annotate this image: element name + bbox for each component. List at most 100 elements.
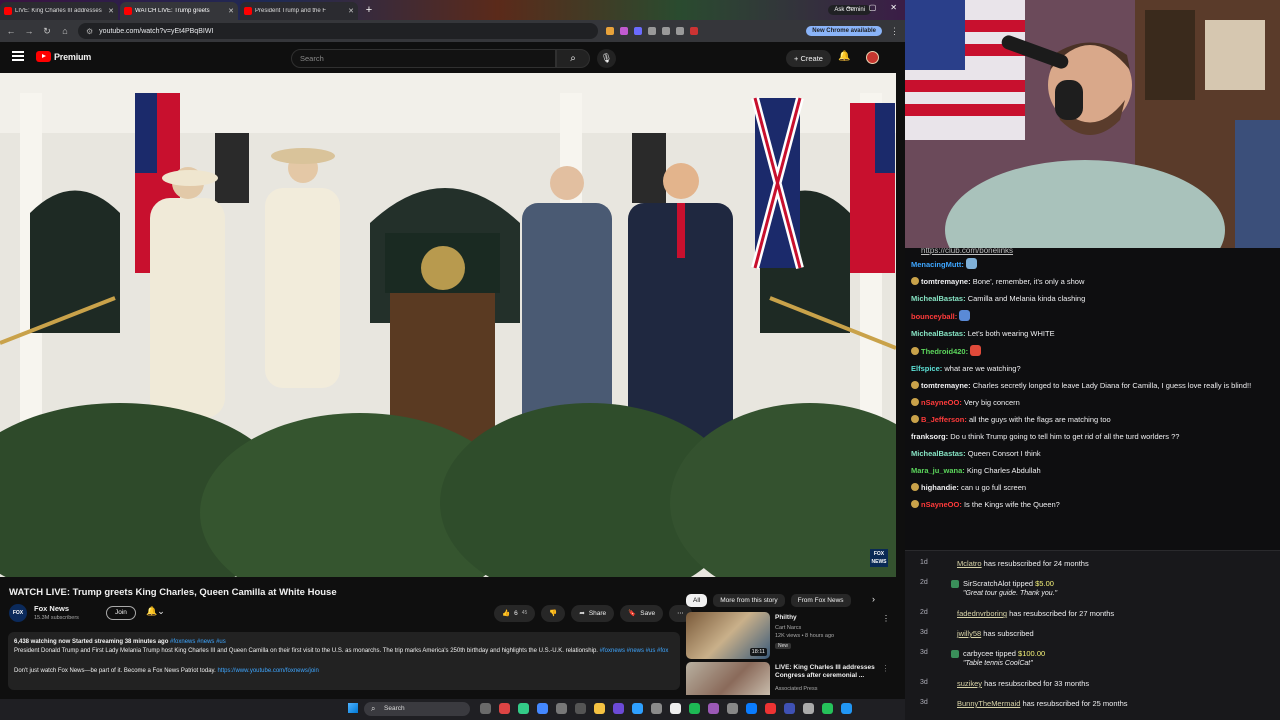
subscription-bell-icon[interactable]: 🔔⌄ [146, 606, 165, 617]
event-username[interactable]: SirScratchAlot [963, 579, 1011, 588]
task-view-icon[interactable] [480, 703, 491, 714]
forward-icon[interactable]: → [24, 26, 34, 36]
chat-username[interactable]: bounceyball: [911, 312, 957, 321]
avatar[interactable] [866, 51, 879, 64]
extension-icon[interactable] [620, 27, 628, 35]
chat-username[interactable]: MichealBastas: [911, 329, 966, 338]
video-thumbnail[interactable]: 18:11 [686, 612, 770, 659]
app-icon[interactable] [556, 703, 567, 714]
browser-tab[interactable]: LIVE: King Charles III addresses ✕ [0, 2, 118, 20]
event-username[interactable]: BunnyTheMermaid [957, 699, 1020, 708]
chat-username[interactable]: MichealBastas: [911, 294, 966, 303]
extension-icon[interactable] [606, 27, 614, 35]
app-icon[interactable] [746, 703, 757, 714]
description-meta-tags[interactable]: #foxnews #news #us [170, 639, 226, 645]
recommendation-item[interactable]: LIVE: King Charles III addresses Congres… [686, 662, 886, 695]
event-username[interactable]: suzikey [957, 679, 982, 688]
recommendation-channel[interactable]: Associated Press [775, 686, 818, 692]
close-tab-icon[interactable]: ✕ [108, 7, 114, 15]
browser-tab-active[interactable]: WATCH LIVE: Trump greets ✕ [120, 2, 238, 20]
extension-icon[interactable] [634, 27, 642, 35]
app-icon[interactable] [784, 703, 795, 714]
app-icon[interactable] [822, 703, 833, 714]
app-icon[interactable] [841, 703, 852, 714]
app-icon[interactable] [727, 703, 738, 714]
extension-icon[interactable] [648, 27, 656, 35]
chat-username[interactable]: Elfspice: [911, 364, 942, 373]
chat-username[interactable]: nSayneOO: [921, 500, 962, 509]
home-icon[interactable]: ⌂ [60, 26, 70, 36]
browser-menu-icon[interactable]: ⋮ [890, 26, 899, 37]
close-tab-icon[interactable]: ✕ [228, 7, 234, 15]
chat-username[interactable]: B_Jefferson: [921, 415, 967, 424]
chat-username[interactable]: nSayneOO: [921, 398, 962, 407]
create-button[interactable]: + Create [786, 50, 831, 67]
profile-icon[interactable] [690, 27, 698, 35]
chevron-right-icon[interactable]: › [872, 594, 875, 604]
browser-tab[interactable]: President Trump and the F ✕ [240, 2, 358, 20]
url-bar[interactable]: ⚙ youtube.com/watch?v=yEt4PBqBIWI [78, 23, 598, 39]
close-window-icon[interactable]: ✕ [890, 3, 897, 12]
recommendation-title[interactable]: LIVE: King Charles III addresses Congres… [775, 664, 875, 680]
site-info-icon[interactable]: ⚙ [86, 27, 93, 36]
video-thumbnail[interactable] [686, 662, 770, 695]
file-explorer-icon[interactable] [594, 703, 605, 714]
search-icon[interactable]: ⌕ [556, 49, 590, 68]
new-chrome-available-button[interactable]: New Chrome available [806, 26, 882, 36]
event-username[interactable]: carbycee [963, 649, 993, 658]
channel-avatar[interactable]: FOX [9, 604, 27, 622]
extension-icon[interactable] [662, 27, 670, 35]
maximize-icon[interactable]: ▢ [869, 3, 877, 12]
search-input[interactable]: Search [291, 49, 556, 68]
chip-all[interactable]: All [686, 594, 708, 607]
chat-link[interactable]: https://club.com/bonelinks [911, 248, 1274, 255]
event-username[interactable]: Mclatro [957, 559, 982, 568]
join-button[interactable]: Join [106, 606, 136, 620]
browser-icon[interactable] [537, 703, 548, 714]
event-username[interactable]: jwilly58 [957, 629, 981, 638]
app-icon[interactable] [651, 703, 662, 714]
app-icon[interactable] [632, 703, 643, 714]
channel-name[interactable]: Fox News [34, 604, 69, 613]
app-icon[interactable] [499, 703, 510, 714]
app-icon[interactable] [518, 703, 529, 714]
app-icon[interactable] [803, 703, 814, 714]
notifications-bell-icon[interactable]: 🔔 [838, 51, 850, 62]
taskbar-search[interactable]: Search [364, 702, 470, 716]
new-tab-icon[interactable]: + [362, 3, 376, 17]
more-icon[interactable]: ⋮ [882, 664, 886, 673]
chat-username[interactable]: tomtremayne: [921, 277, 971, 286]
chat-username[interactable]: tomtremayne: [921, 381, 971, 390]
app-icon[interactable] [670, 703, 681, 714]
app-icon[interactable] [765, 703, 776, 714]
recommendation-title[interactable]: Philthy [775, 614, 875, 622]
extension-icon[interactable] [676, 27, 684, 35]
start-icon[interactable] [348, 703, 358, 713]
description-tags[interactable]: #foxnews #news #us #fox [600, 648, 669, 654]
video-player[interactable]: FOX NEWS [0, 73, 896, 577]
chat-username[interactable]: franksorg: [911, 432, 948, 441]
like-button[interactable]: 👍 6 45 [494, 604, 536, 622]
chat-username[interactable]: highandie: [921, 483, 959, 492]
app-icon[interactable] [575, 703, 586, 714]
recommendation-item[interactable]: 18:11 Philthy Cart Narcs 12K views • 8 h… [686, 612, 890, 660]
chat-username[interactable]: MenacingMutt: [911, 260, 964, 269]
back-icon[interactable]: ← [6, 26, 16, 36]
app-icon[interactable] [708, 703, 719, 714]
youtube-logo[interactable]: Premium [36, 51, 91, 62]
description-box[interactable]: 6,438 watching now Started streaming 38 … [8, 632, 680, 690]
menu-icon[interactable] [12, 51, 24, 61]
save-button[interactable]: 🔖 Save [620, 604, 664, 622]
description-link[interactable]: https://www.youtube.com/foxnews/join [217, 668, 318, 674]
app-icon[interactable] [613, 703, 624, 714]
reload-icon[interactable]: ↻ [42, 26, 52, 37]
minimize-icon[interactable]: — [847, 3, 855, 12]
chip-from-fox-news[interactable]: From Fox News [790, 594, 851, 607]
microphone-icon[interactable]: 🎙 [597, 49, 616, 68]
chat-username[interactable]: MichealBastas: [911, 449, 966, 458]
spotify-icon[interactable] [689, 703, 700, 714]
close-tab-icon[interactable]: ✕ [348, 7, 354, 15]
chat-username[interactable]: Thedroid420: [921, 347, 968, 356]
chip-more-from-story[interactable]: More from this story [713, 594, 785, 607]
share-button[interactable]: ➦ Share [571, 604, 615, 622]
